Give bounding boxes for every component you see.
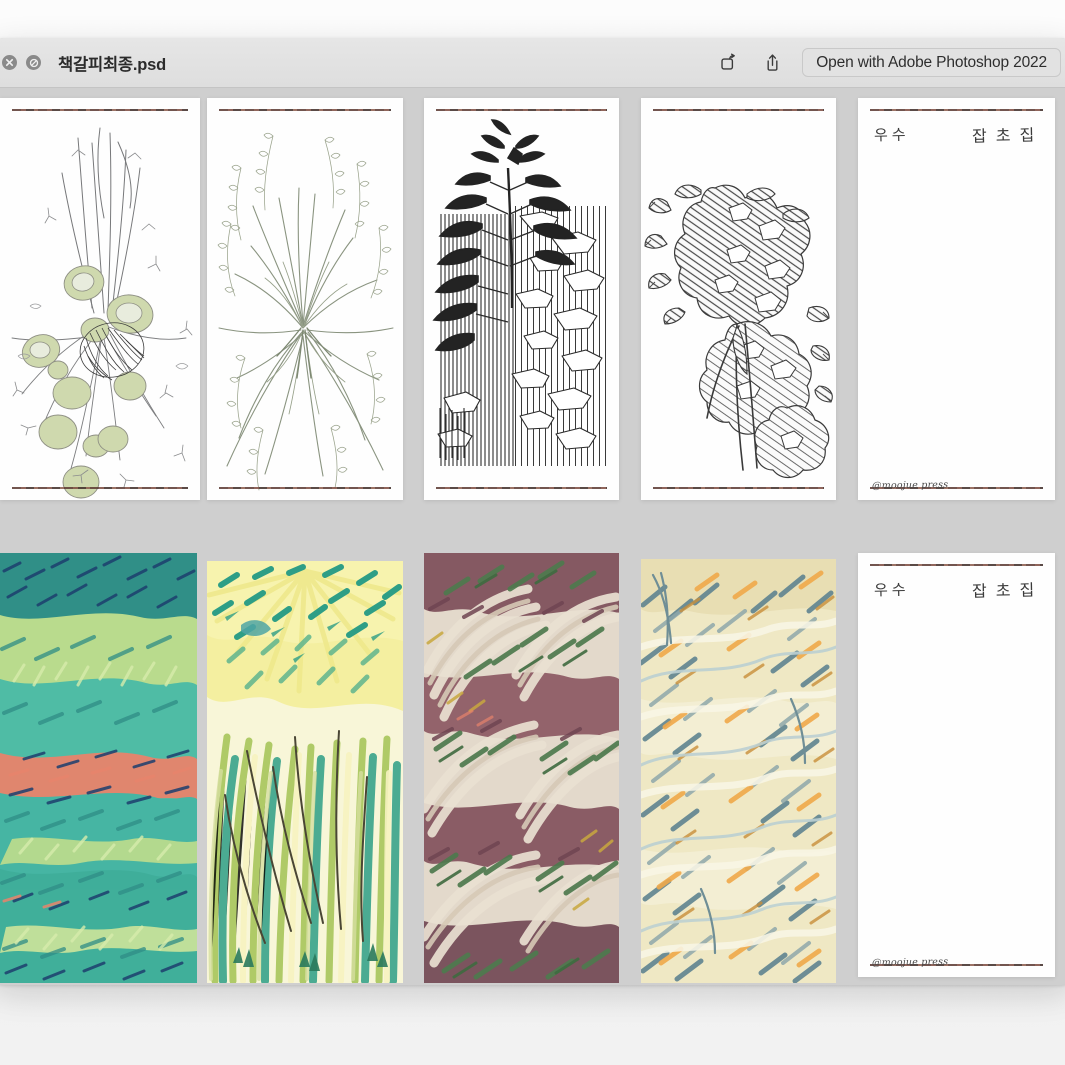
bookmark-panel-5[interactable]: 우수 잡초집 @moojue press: [858, 98, 1055, 500]
bookmark-panel-1[interactable]: [0, 98, 200, 500]
round-leaf-plant-sketch: [11, 127, 193, 499]
bookmark-panel-8[interactable]: [424, 553, 619, 983]
rule-top: [869, 564, 1044, 566]
gallery-content[interactable]: 우수 잡초집 @moojue press 우수 잡초집 @moojue pres…: [0, 88, 1065, 985]
open-with-button[interactable]: Open with Adobe Photoshop 2022: [802, 48, 1061, 77]
rule-bottom: [218, 487, 392, 489]
share-icon: [767, 54, 778, 71]
line-art-row: 우수 잡초집 @moojue press: [0, 88, 1065, 500]
paper-sheet: [0, 98, 200, 500]
cream-orange-slate-grass-art: [641, 559, 836, 983]
window-titlebar: 책갈피최종.psd Open with Adobe Photoshop 2022: [0, 38, 1065, 88]
bookmark-panel-7[interactable]: [207, 561, 403, 983]
paper-sheet: [424, 98, 619, 500]
bookmark-panel-4[interactable]: [641, 98, 836, 500]
no-entry-icon: [29, 58, 38, 67]
rule-bottom: [652, 487, 825, 489]
disabled-button[interactable]: [26, 55, 41, 70]
paper-sheet: [641, 98, 836, 500]
rule-top: [12, 109, 188, 111]
bookmark-panel-10[interactable]: 우수 잡초집 @moojue press: [858, 553, 1055, 977]
rule-top: [218, 109, 392, 111]
label-card: 우수 잡초집 @moojue press: [858, 553, 1055, 977]
rotate-markup-icon: [721, 53, 735, 70]
window-title: 책갈피최종.psd: [58, 55, 167, 74]
markup-button[interactable]: [714, 49, 742, 77]
mauve-cream-pampas-art: [424, 553, 619, 983]
preview-window: 책갈피최종.psd Open with Adobe Photoshop 2022: [0, 38, 1065, 985]
rule-bottom: [12, 487, 188, 489]
bookmark-panel-3[interactable]: [424, 98, 619, 500]
rule-bottom: [435, 487, 608, 489]
bookmark-panel-6[interactable]: [0, 553, 197, 983]
share-button[interactable]: [758, 49, 786, 77]
titlebar-actions: Open with Adobe Photoshop 2022: [714, 48, 1061, 77]
rule-top: [435, 109, 608, 111]
bookmark-panel-2[interactable]: [207, 98, 403, 500]
close-button[interactable]: [2, 55, 17, 70]
handwritten-left-label: 우수: [873, 580, 910, 600]
handwritten-right-label: 잡초집: [971, 125, 1044, 146]
teal-green-foliage-art: [0, 553, 197, 983]
handwritten-right-label: 잡초집: [971, 580, 1044, 601]
rule-top: [652, 109, 825, 111]
signature-text: @moojue press: [871, 956, 949, 969]
grass-sedge-sketch: [217, 132, 394, 491]
rule-top: [869, 109, 1044, 111]
diagonal-hatch-branch-sketch: [644, 184, 833, 479]
window-controls: [2, 55, 41, 70]
signature-text: @moojue press: [871, 479, 949, 492]
handwritten-left-label: 우수: [873, 125, 910, 145]
color-art-row: 우수 잡초집 @moojue press: [0, 553, 1065, 983]
label-card: 우수 잡초집 @moojue press: [858, 98, 1055, 500]
yellow-sunburst-grass-art: [207, 561, 403, 983]
vertical-hatch-fern-sketch: [432, 119, 606, 466]
bookmark-panel-9[interactable]: [641, 559, 836, 983]
close-icon: [5, 58, 14, 67]
paper-sheet: [207, 98, 403, 500]
